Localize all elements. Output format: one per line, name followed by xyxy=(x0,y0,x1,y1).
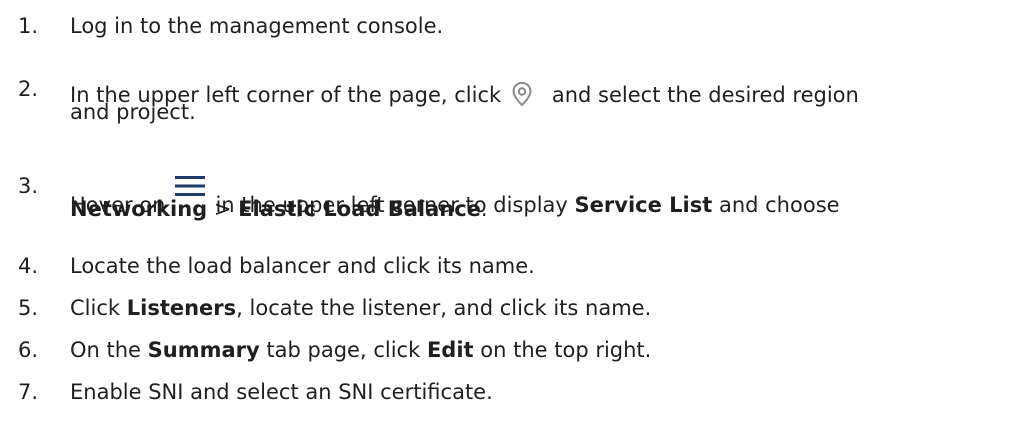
step-text-pre: Click xyxy=(70,296,121,320)
path-separator: > xyxy=(213,197,232,221)
summary-term: Summary xyxy=(147,338,260,362)
step-text-post: and select the desired region xyxy=(551,83,859,107)
step-number: 7. xyxy=(18,380,39,404)
step-text: Click Listeners, locate the listener, an… xyxy=(70,296,651,321)
step-number: 4. xyxy=(18,254,39,278)
location-pin-icon xyxy=(505,77,539,111)
elastic-load-balance-term: Elastic Load Balance xyxy=(238,197,481,221)
step-text-pre: On the xyxy=(70,338,141,362)
service-list-term: Service List xyxy=(574,193,713,217)
step-text: On the Summary tab page, click Edit on t… xyxy=(70,338,651,363)
step-text: Locate the load balancer and click its n… xyxy=(70,254,535,278)
step-text-mid: tab page, click xyxy=(266,338,421,362)
step-text-line-2: and project. xyxy=(70,100,196,124)
step-text-end: . xyxy=(480,197,488,221)
step-text-line-2: Networking > Elastic Load Balance. xyxy=(70,197,488,222)
networking-term: Networking xyxy=(70,197,208,221)
step-number: 3. xyxy=(18,174,39,198)
step-number: 1. xyxy=(18,14,39,38)
step-text-post: on the top right. xyxy=(480,338,652,362)
step-number: 5. xyxy=(18,296,39,320)
step-text: Enable SNI and select an SNI certificate… xyxy=(70,380,493,404)
step-text-post-b: and choose xyxy=(718,193,840,217)
step-number: 6. xyxy=(18,338,39,362)
step-number: 2. xyxy=(18,77,39,101)
step-text: Log in to the management console. xyxy=(70,14,444,38)
procedure-steps: 1. Log in to the management console. 2. … xyxy=(0,0,1029,428)
edit-term: Edit xyxy=(426,338,474,362)
listeners-term: Listeners xyxy=(126,296,237,320)
menu-icon xyxy=(173,174,207,198)
step-text-post: , locate the listener, and click its nam… xyxy=(236,296,652,320)
